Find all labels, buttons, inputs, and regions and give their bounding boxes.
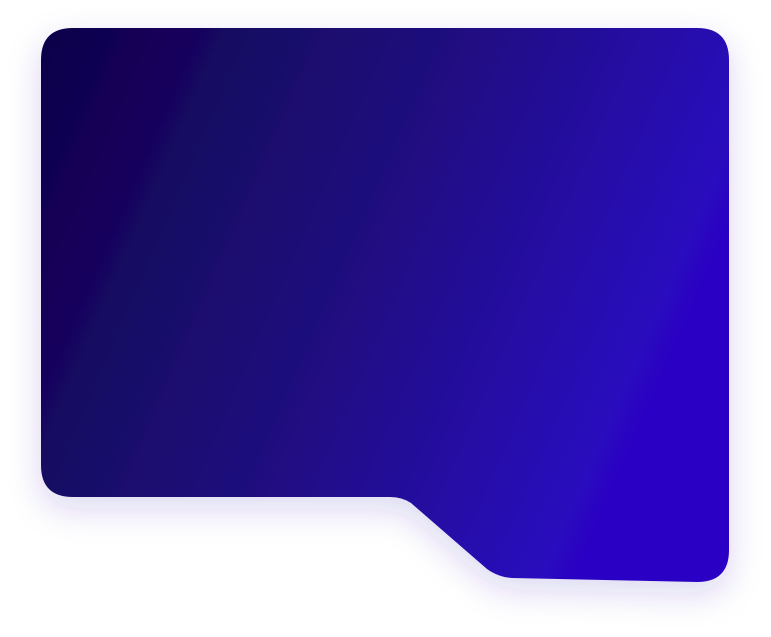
card-shape [41, 28, 729, 582]
canvas [0, 0, 771, 637]
speech-bubble-panel [41, 28, 729, 582]
